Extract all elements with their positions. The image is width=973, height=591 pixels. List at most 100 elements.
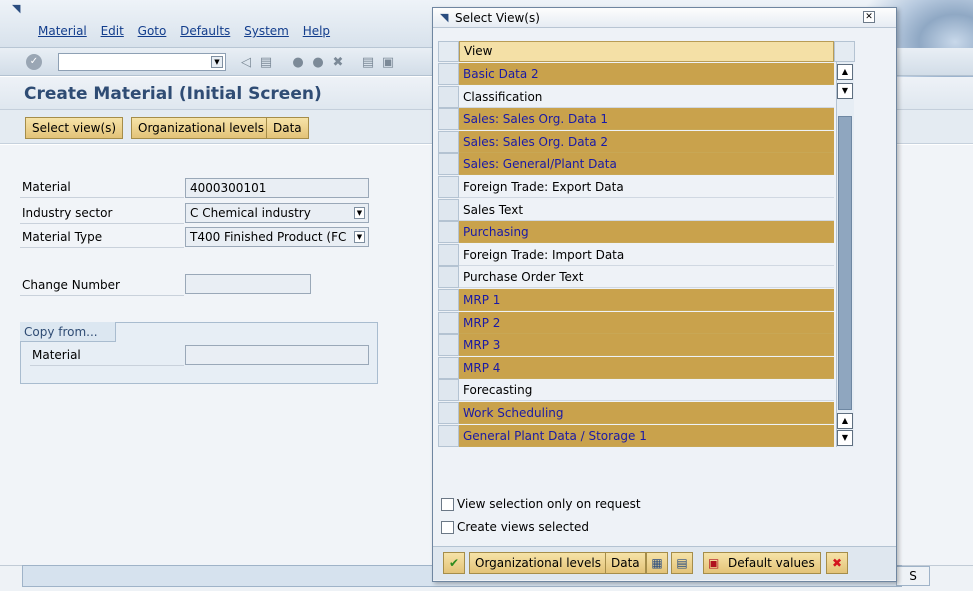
view-row[interactable]: Sales: General/Plant Data [438, 153, 834, 176]
data-button[interactable]: Data [266, 117, 309, 139]
view-row[interactable]: Foreign Trade: Export Data [438, 176, 834, 198]
select-all-icon[interactable]: ▦ [646, 552, 668, 574]
view-label: Sales Text [459, 198, 834, 221]
dialog-org-levels-button[interactable]: Organizational levels [469, 552, 608, 574]
back-icon[interactable]: ● [290, 55, 306, 71]
system-status[interactable]: S [896, 566, 930, 586]
menu-defaults[interactable]: Defaults [180, 24, 230, 38]
view-row[interactable]: Sales Text [438, 198, 834, 221]
view-label: Foreign Trade: Import Data [459, 243, 834, 266]
organizational-levels-button[interactable]: Organizational levels [131, 117, 272, 139]
view-label: Purchase Order Text [459, 266, 834, 289]
view-row[interactable]: Sales: Sales Org. Data 2 [438, 130, 834, 153]
row-selector[interactable] [438, 176, 459, 198]
view-on-request-label: View selection only on request [457, 497, 641, 511]
dialog-title: Select View(s) [433, 8, 896, 28]
command-history-icon[interactable]: ▼ [211, 56, 223, 68]
view-label: MRP 1 [459, 289, 834, 311]
material-type-value: T400 Finished Product (FC [190, 230, 347, 244]
scroll-down-icon[interactable]: ▲ [837, 413, 853, 429]
default-values-button[interactable]: ▣ Default values [703, 552, 821, 574]
view-row[interactable]: Work Scheduling [438, 402, 834, 424]
row-selector[interactable] [438, 402, 459, 424]
select-views-button[interactable]: Select view(s) [25, 117, 124, 139]
view-row[interactable]: Basic Data 2 [438, 63, 834, 85]
dialog-data-button[interactable]: Data [605, 552, 646, 574]
cancel-icon[interactable]: ✖ [330, 55, 346, 71]
save-icon[interactable]: ▤ [258, 55, 274, 71]
row-selector[interactable] [438, 289, 459, 311]
enter-icon[interactable]: ✓ [26, 54, 42, 70]
view-row[interactable]: MRP 3 [438, 334, 834, 357]
row-selector[interactable] [438, 266, 459, 289]
view-label: Sales: General/Plant Data [459, 153, 834, 176]
row-selector[interactable] [438, 130, 459, 153]
menu-system[interactable]: System [244, 24, 289, 38]
menu-goto[interactable]: Goto [138, 24, 167, 38]
menu-bar: Material Edit Goto Defaults System Help [38, 24, 340, 40]
view-row[interactable]: Foreign Trade: Import Data [438, 243, 834, 266]
row-selector[interactable] [438, 198, 459, 221]
industry-sector-select[interactable]: C Chemical industry ▼ [185, 203, 369, 223]
copy-material-input[interactable] [185, 345, 369, 365]
row-selector[interactable] [438, 63, 459, 85]
view-row[interactable]: Forecasting [438, 379, 834, 402]
system-menu-icon[interactable]: ◥ [12, 2, 28, 15]
row-selector[interactable] [438, 379, 459, 402]
page-title: Create Material (Initial Screen) [24, 84, 322, 104]
view-label: Foreign Trade: Export Data [459, 176, 834, 198]
create-views-checkbox[interactable] [441, 521, 454, 534]
scrollbar-thumb[interactable] [838, 116, 852, 410]
row-selector[interactable] [438, 153, 459, 176]
scroll-up-icon[interactable]: ▼ [837, 83, 853, 99]
view-row[interactable]: MRP 1 [438, 289, 834, 311]
column-settings-cell[interactable] [834, 41, 855, 62]
dialog-menu-icon[interactable]: ◥ [440, 11, 448, 24]
dropdown-icon[interactable]: ▼ [354, 231, 365, 243]
view-row[interactable]: Classification [438, 85, 834, 108]
find-icon[interactable]: ▣ [380, 55, 396, 71]
command-field[interactable]: ▼ [58, 53, 226, 71]
view-label: MRP 3 [459, 334, 834, 357]
close-icon[interactable]: ✕ [863, 11, 875, 23]
deselect-all-icon[interactable]: ▤ [671, 552, 693, 574]
exit-icon[interactable]: ● [310, 55, 326, 71]
view-row[interactable]: Sales: Sales Org. Data 1 [438, 108, 834, 131]
scroll-page-up-icon[interactable]: ▲ [837, 64, 853, 80]
material-input[interactable]: 4000300101 [185, 178, 369, 198]
view-on-request-checkbox[interactable] [441, 498, 454, 511]
create-views-label: Create views selected [457, 520, 590, 534]
row-selector[interactable] [438, 243, 459, 266]
view-label: Forecasting [459, 379, 834, 402]
material-type-select[interactable]: T400 Finished Product (FC ▼ [185, 227, 369, 247]
row-selector[interactable] [438, 334, 459, 357]
continue-check-icon[interactable]: ✔ [443, 552, 465, 574]
view-label: Classification [459, 85, 834, 108]
row-selector[interactable] [438, 108, 459, 131]
view-row[interactable]: MRP 4 [438, 356, 834, 379]
row-selector[interactable] [438, 311, 459, 334]
view-row[interactable]: General Plant Data / Storage 1 [438, 424, 834, 447]
cancel-x-icon[interactable]: ✖ [826, 552, 848, 574]
view-label: General Plant Data / Storage 1 [459, 424, 834, 447]
select-all-cell[interactable] [438, 41, 459, 62]
change-number-input[interactable] [185, 274, 311, 294]
view-label: Basic Data 2 [459, 63, 834, 85]
view-row[interactable]: Purchasing [438, 221, 834, 244]
menu-help[interactable]: Help [303, 24, 330, 38]
view-row[interactable]: Purchase Order Text [438, 266, 834, 289]
print-icon[interactable]: ▤ [360, 55, 376, 71]
menu-edit[interactable]: Edit [101, 24, 124, 38]
scroll-page-down-icon[interactable]: ▼ [837, 430, 853, 446]
row-selector[interactable] [438, 85, 459, 108]
default-values-label: Default values [728, 556, 815, 570]
row-selector[interactable] [438, 221, 459, 244]
menu-material[interactable]: Material [38, 24, 87, 38]
dropdown-icon[interactable]: ▼ [354, 207, 365, 219]
row-selector[interactable] [438, 424, 459, 447]
back-arrow-icon[interactable]: ◁ [238, 55, 254, 71]
row-selector[interactable] [438, 356, 459, 379]
view-label: Sales: Sales Org. Data 1 [459, 108, 834, 131]
change-number-label: Change Number [20, 275, 184, 296]
view-row[interactable]: MRP 2 [438, 311, 834, 334]
